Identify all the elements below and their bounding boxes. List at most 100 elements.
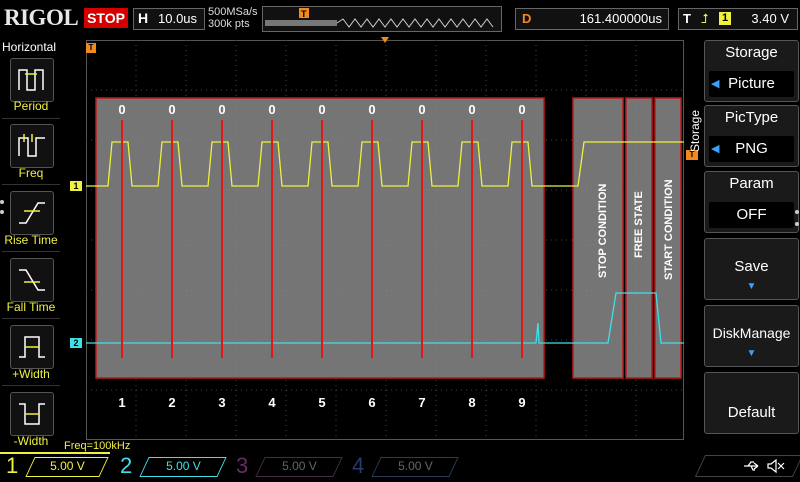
ch2-scale: 5.00 V [166, 459, 201, 473]
trigger-source: 1 [719, 12, 731, 25]
param-button[interactable]: Param OFF [704, 171, 799, 233]
ch3-scale: 5.00 V [282, 459, 317, 473]
storage-menu: Storage Storage Picture ◀ PicType PNG ◀ … [686, 38, 800, 458]
menu-page-dot [0, 210, 4, 214]
sample-rate: 500MSa/s [208, 6, 258, 18]
bit-value: 0 [268, 102, 275, 117]
chevron-down-icon: ▼ [746, 281, 757, 292]
disk-manage-label: DiskManage [712, 325, 791, 341]
bit-number: 6 [368, 395, 375, 410]
default-button[interactable]: Default [704, 372, 799, 434]
bit-value: 0 [168, 102, 175, 117]
ch3-number: 3 [236, 453, 249, 478]
param-title: Param [729, 175, 774, 192]
storage-value: Picture [709, 71, 794, 97]
timebase-label: H [138, 10, 149, 26]
save-label: Save [734, 258, 769, 275]
ch4-status[interactable]: 4 5.00 V [348, 453, 459, 478]
disk-manage-button[interactable]: DiskManage ▼ [704, 305, 799, 367]
timebase-box[interactable]: H 10.0us [133, 8, 205, 30]
ch2-offset-marker[interactable]: 2 [70, 338, 82, 348]
negative-width-icon [19, 403, 45, 425]
fall-time-button[interactable] [10, 258, 54, 302]
bit-value: 0 [318, 102, 325, 117]
channel-bar: 1 5.00 V 2 5.00 V 3 5.00 V 4 5.00 V [0, 452, 800, 480]
bit-number: 7 [418, 395, 425, 410]
menu-page-dot [795, 222, 799, 226]
fall-time-label: Fall Time [6, 300, 56, 314]
pic-type-title: PicType [724, 109, 779, 126]
waveform-svg: 0 0 0 0 0 0 0 0 0 1 2 3 4 5 6 7 8 9 STOP… [86, 40, 684, 440]
period-icon [18, 69, 44, 91]
ch2-status[interactable]: 2 5.00 V [116, 453, 227, 478]
storage-type-button[interactable]: Storage Picture ◀ [704, 40, 799, 102]
delay-value: 161.400000us [579, 11, 662, 26]
ch1-scale: 5.00 V [50, 459, 85, 473]
status-bar: RIGOL STOP H 10.0us 500MSa/s 300k pts T … [0, 0, 800, 38]
ch3-status[interactable]: 3 5.00 V [232, 453, 343, 478]
rising-edge-icon: ⮥ [701, 11, 709, 26]
rise-time-button[interactable] [10, 191, 54, 235]
trigger-pos-marker: T [301, 9, 307, 19]
bit-value: 0 [218, 102, 225, 117]
pic-type-button[interactable]: PicType PNG ◀ [704, 105, 799, 167]
usb-icon [744, 461, 759, 471]
save-button[interactable]: Save ▼ [704, 238, 799, 300]
ch1-scale-box: 5.00 V [25, 457, 109, 477]
bit-number: 5 [318, 395, 325, 410]
free-state-label: FREE STATE [633, 191, 645, 258]
menu-title: Horizontal [2, 40, 57, 54]
memory-overview-icon: T [265, 8, 494, 28]
bit-value: 0 [518, 102, 525, 117]
negative-width-button[interactable] [10, 392, 54, 436]
positive-width-button[interactable] [10, 325, 54, 369]
chevron-down-icon: ▼ [746, 348, 757, 359]
trigger-position-bar[interactable]: T [262, 6, 502, 32]
data-bits-region [95, 97, 545, 379]
bit-value: 0 [418, 102, 425, 117]
separator [2, 251, 60, 252]
menu-page-dot [0, 200, 4, 204]
period-label: Period [13, 99, 49, 113]
bit-number: 9 [518, 395, 525, 410]
ch1-offset-marker[interactable]: 1 [70, 181, 82, 191]
separator [2, 118, 60, 119]
bit-number: 1 [118, 395, 125, 410]
stop-condition-label: STOP CONDITION [597, 184, 609, 278]
acquisition-info: 500MSa/s 300k pts [208, 6, 258, 30]
brand-logo: RIGOL [4, 5, 79, 30]
bit-value: 0 [368, 102, 375, 117]
period-button[interactable] [10, 58, 54, 102]
ch4-number: 4 [352, 453, 365, 478]
memory-depth: 300k pts [208, 18, 250, 30]
param-value: OFF [709, 202, 794, 228]
start-condition-label: START CONDITION [663, 179, 675, 280]
trigger-box[interactable]: T ⮥ 1 3.40 V [678, 8, 798, 30]
trigger-time-marker[interactable]: T [86, 43, 96, 53]
speaker-muted-icon [767, 458, 785, 474]
separator [2, 318, 60, 319]
menu-page-dot [795, 210, 799, 214]
delay-box[interactable]: D 161.400000us [515, 8, 669, 30]
run-stop-indicator[interactable]: STOP [84, 8, 128, 28]
trigger-offset-arrow[interactable] [381, 37, 389, 43]
trigger-label: T [683, 11, 691, 26]
bit-number: 8 [468, 395, 475, 410]
freq-button[interactable] [10, 124, 54, 168]
default-label: Default [727, 404, 776, 421]
ch1-status[interactable]: 1 5.00 V [0, 452, 110, 478]
freq-label: Freq [18, 166, 44, 180]
bit-number: 2 [168, 395, 175, 410]
pic-type-value: PNG [709, 136, 794, 162]
ch2-scale-box: 5.00 V [139, 457, 227, 477]
bit-number: 4 [268, 395, 276, 410]
horizontal-measure-menu: Horizontal Period Freq Rise Time Fall Ti… [0, 38, 62, 458]
waveform-display[interactable]: 0 0 0 0 0 0 0 0 0 1 2 3 4 5 6 7 8 9 STOP… [86, 37, 684, 440]
ch1-number: 1 [6, 453, 19, 478]
negative-width-label: -Width [13, 434, 49, 448]
bit-value: 0 [118, 102, 125, 117]
positive-width-icon [19, 336, 45, 358]
rise-time-icon [19, 202, 45, 224]
freq-icon [18, 134, 45, 157]
delay-label: D [522, 11, 532, 26]
